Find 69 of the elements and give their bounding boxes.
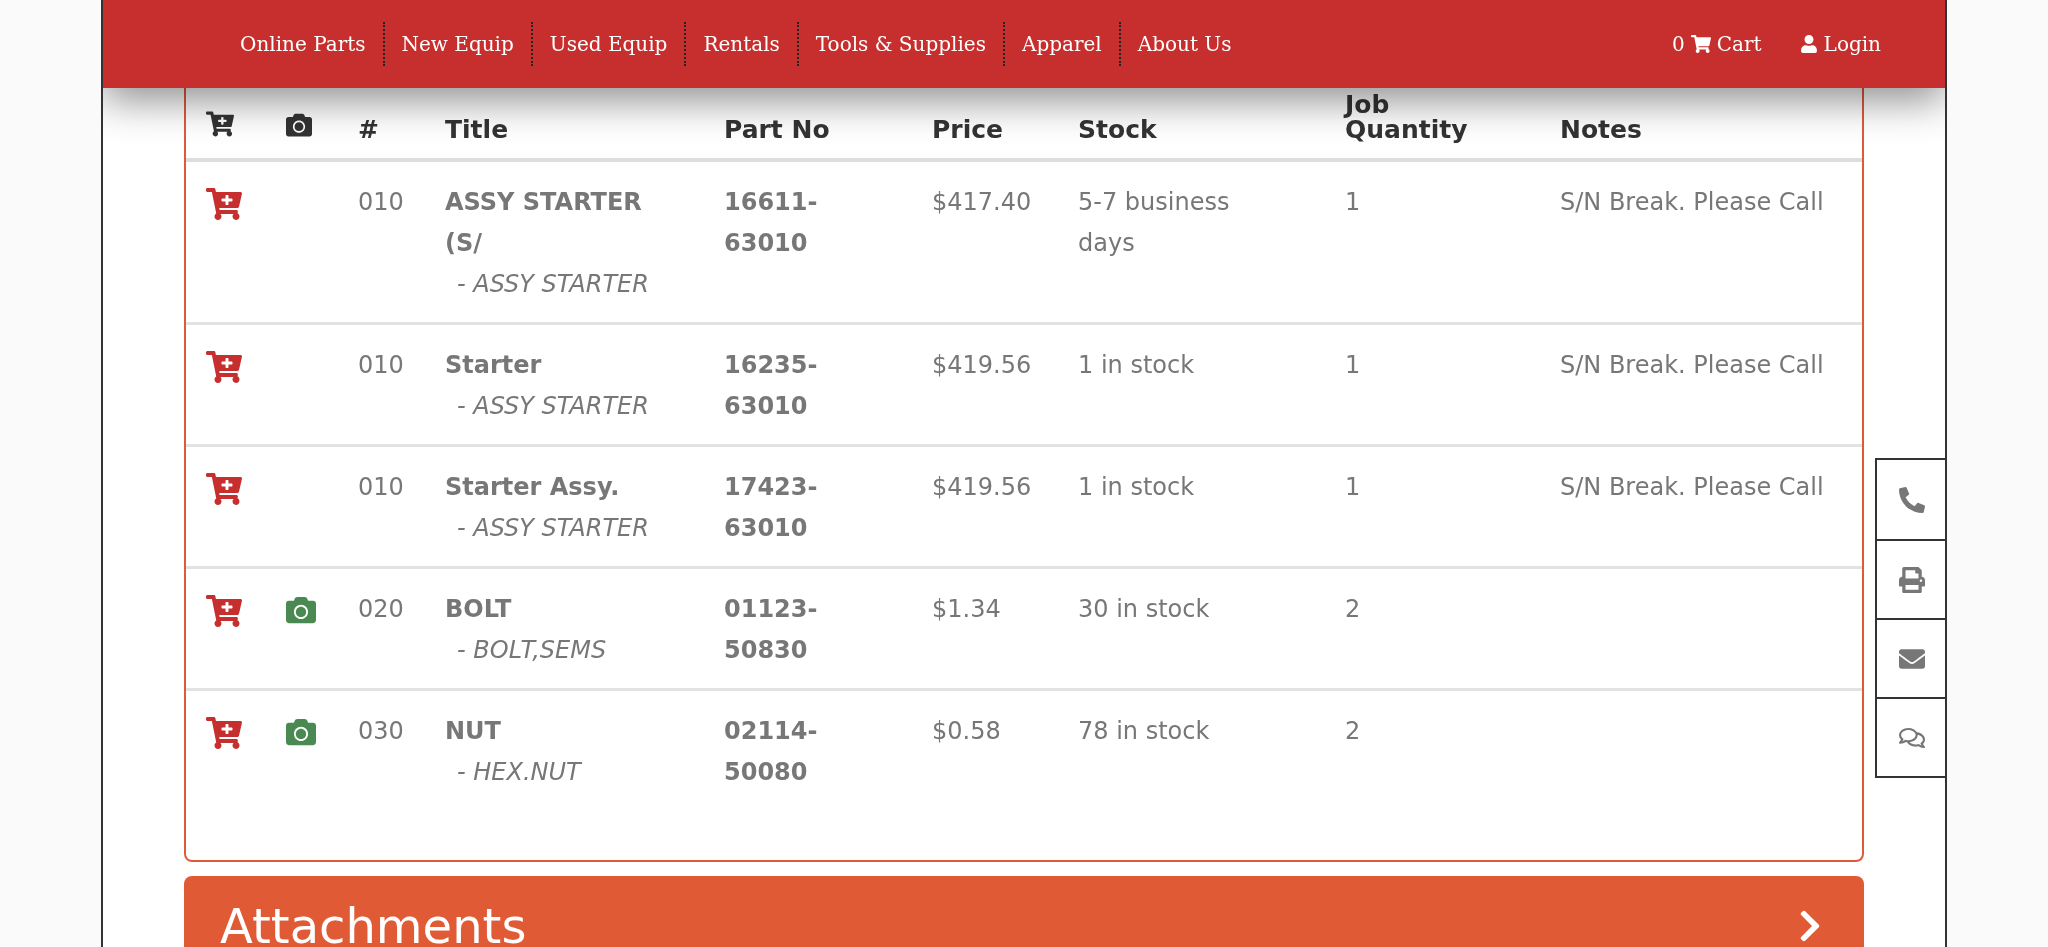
- part-number: 16235-63010: [724, 350, 819, 422]
- stock-status: 30 in stock: [1078, 594, 1211, 625]
- add-to-cart-icon[interactable]: [206, 471, 242, 507]
- table-cell-text: 010: [358, 350, 405, 381]
- camera-icon[interactable]: [286, 717, 316, 747]
- part-description: - ASSY STARTER: [456, 269, 650, 300]
- column-header: Job: [1345, 94, 1391, 116]
- quantity: 1: [1345, 472, 1362, 503]
- part-description: - BOLT,SEMS: [456, 635, 608, 666]
- column-header: Stock: [1078, 116, 1158, 146]
- price: $0.58: [932, 716, 1002, 747]
- stock-status: 1 in stock: [1078, 472, 1196, 503]
- price: $419.56: [932, 350, 1033, 381]
- price: $1.34: [932, 594, 1002, 625]
- add-to-cart-icon[interactable]: [206, 349, 242, 385]
- notes: S/N Break. Please Call: [1560, 350, 1825, 381]
- notes: S/N Break. Please Call: [1560, 187, 1825, 218]
- quantity: 2: [1345, 594, 1362, 625]
- cart-link[interactable]: 0 Cart: [1672, 32, 1762, 56]
- table-cell-text: 010: [358, 187, 405, 218]
- quantity: 1: [1345, 350, 1362, 381]
- print-icon: [1899, 566, 1925, 593]
- nav-link[interactable]: Used Equip: [530, 22, 685, 66]
- column-header: Title: [445, 116, 510, 146]
- cart-icon: [1690, 34, 1711, 54]
- notes: S/N Break. Please Call: [1560, 472, 1825, 503]
- stock-status: 5-7 business days: [1078, 187, 1231, 259]
- part-title: ASSY STARTER (S/: [445, 187, 643, 259]
- nav-link[interactable]: Rentals: [684, 22, 797, 66]
- quantity: 1: [1345, 187, 1362, 218]
- part-number: 17423-63010: [724, 472, 819, 544]
- add-to-cart-icon[interactable]: [206, 593, 242, 629]
- part-title: NUT: [445, 716, 502, 747]
- part-title: BOLT: [445, 594, 513, 625]
- attachments-title: Attachments: [220, 898, 527, 947]
- camera-icon[interactable]: [286, 595, 316, 625]
- price: $419.56: [932, 472, 1033, 503]
- part-title: Starter Assy.: [445, 472, 621, 503]
- column-header: Part No: [724, 116, 831, 146]
- part-description: - HEX.NUT: [456, 757, 583, 788]
- column-header: Price: [932, 116, 1004, 146]
- user-icon: [1799, 35, 1818, 53]
- add-to-cart-icon[interactable]: [206, 715, 242, 751]
- nav-link[interactable]: About Us: [1118, 22, 1249, 66]
- part-number: 16611-63010: [724, 187, 819, 259]
- column-header: Notes: [1560, 116, 1643, 146]
- attachments-bar[interactable]: Attachments: [184, 876, 1864, 947]
- price: $417.40: [932, 187, 1033, 218]
- part-number: 02114-50080: [724, 716, 819, 788]
- nav-link[interactable]: Apparel: [1002, 22, 1119, 66]
- part-description: - ASSY STARTER: [456, 513, 650, 544]
- part-title: Starter: [445, 350, 543, 381]
- phone-icon: [1899, 486, 1925, 513]
- table-cell-text: 030: [358, 716, 405, 747]
- camera-icon: [286, 112, 312, 138]
- login-link[interactable]: Login: [1799, 32, 1881, 56]
- stock-status: 1 in stock: [1078, 350, 1196, 381]
- nav-link[interactable]: New Equip: [382, 22, 531, 66]
- table-cell-text: 010: [358, 472, 405, 503]
- part-number: 01123-50830: [724, 594, 819, 666]
- add-to-cart-icon[interactable]: [206, 186, 242, 222]
- column-header: #: [358, 116, 380, 146]
- part-description: - ASSY STARTER: [456, 391, 650, 422]
- nav-link[interactable]: Tools & Supplies: [796, 22, 1003, 66]
- nav-link[interactable]: Online Parts: [223, 22, 383, 66]
- table-cell-text: 020: [358, 594, 405, 625]
- quantity: 2: [1345, 716, 1362, 747]
- cart-plus-icon: [206, 110, 234, 138]
- stock-status: 78 in stock: [1078, 716, 1211, 747]
